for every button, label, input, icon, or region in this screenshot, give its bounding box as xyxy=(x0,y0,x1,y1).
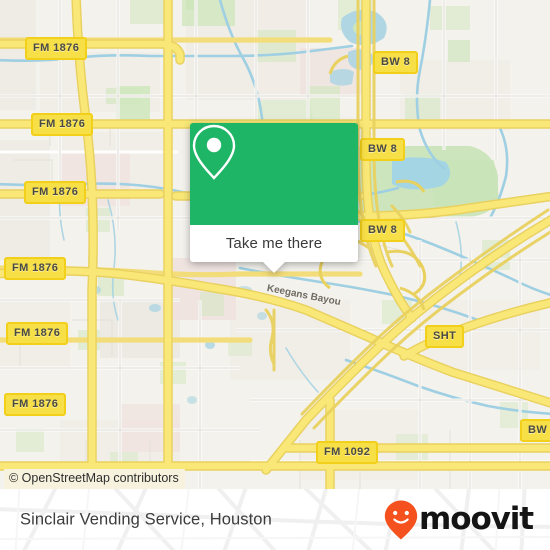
popup-header xyxy=(190,123,358,225)
place-title: Sinclair Vending Service, Houston xyxy=(20,510,272,528)
moovit-wordmark: moovit xyxy=(419,501,534,537)
road-shield: SHT xyxy=(425,325,465,348)
road-shield: FM 1876 xyxy=(31,113,94,136)
road-shield: FM 1876 xyxy=(4,393,67,416)
openstreetmap-attribution[interactable]: © OpenStreetMap contributors xyxy=(4,469,185,489)
road-shield: BW 8 xyxy=(360,219,406,242)
popup-pointer xyxy=(263,262,285,273)
road-shield: BW 8 xyxy=(373,51,419,74)
map-canvas[interactable]: Keegans Bayou FM 1876 FM 1876 FM 1876 FM 18… xyxy=(0,0,550,489)
road-shield: BW 8 xyxy=(520,419,550,442)
road-shield: FM 1876 xyxy=(6,322,69,345)
road-shield: BW 8 xyxy=(360,138,406,161)
map-pin-icon xyxy=(192,124,236,180)
road-shield: FM 1876 xyxy=(4,257,67,280)
road-shield: FM 1092 xyxy=(316,441,379,464)
road-shield: FM 1876 xyxy=(24,181,87,204)
location-popup[interactable]: Take me there xyxy=(190,123,358,273)
moovit-brand[interactable]: moovit xyxy=(384,500,534,540)
popup-action-bar[interactable]: Take me there xyxy=(190,225,358,262)
moovit-map-card: Keegans Bayou FM 1876 FM 1876 FM 1876 FM 18… xyxy=(0,0,550,550)
footer-bar: Sinclair Vending Service, Houston moovit xyxy=(0,489,550,550)
road-shield: FM 1876 xyxy=(25,37,88,60)
moovit-smiley-pin-icon xyxy=(384,500,418,539)
take-me-there-label: Take me there xyxy=(225,235,323,252)
